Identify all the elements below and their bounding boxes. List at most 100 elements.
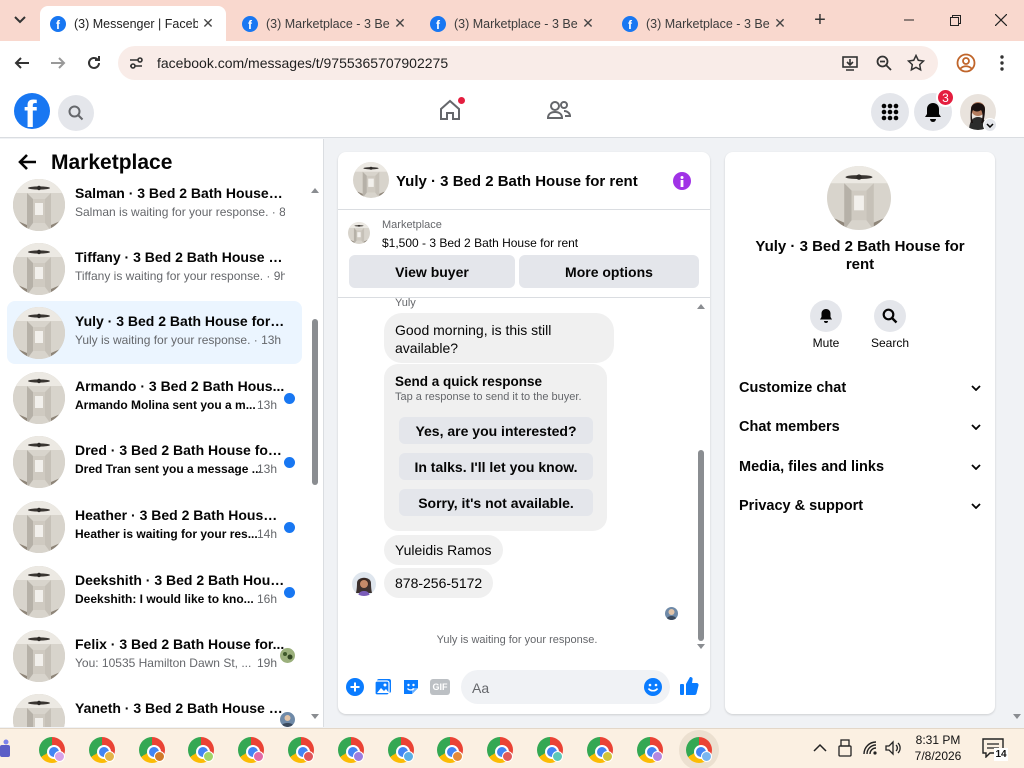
like-send-button[interactable]	[679, 676, 699, 696]
tab-search-button[interactable]	[8, 8, 32, 32]
profile-badge-icon	[203, 751, 215, 762]
chrome-taskbar-icon[interactable]	[138, 737, 165, 763]
more-vertical-icon	[1000, 55, 1004, 71]
chrome-taskbar-icon[interactable]	[387, 737, 414, 763]
tab-close-icon[interactable]: ✕	[772, 15, 788, 32]
new-tab-button[interactable]: +	[808, 8, 832, 32]
view-buyer-button[interactable]: View buyer	[349, 255, 515, 288]
chrome-taskbar-icon[interactable]	[88, 737, 115, 763]
back-button[interactable]	[8, 49, 36, 77]
chat-title[interactable]: Yuly · 3 Bed 2 Bath House for rent	[396, 173, 638, 190]
section-privacy-support[interactable]: Privacy & support	[739, 494, 981, 518]
conversation-scrollbar[interactable]	[310, 183, 320, 723]
sticker-button[interactable]	[402, 678, 420, 696]
quick-response-yes[interactable]: Yes, are you interested?	[399, 417, 593, 444]
chrome-taskbar-icon[interactable]	[337, 737, 364, 763]
minimize-button[interactable]	[886, 0, 932, 40]
section-customize-chat[interactable]: Customize chat	[739, 376, 981, 400]
sender-avatar[interactable]	[352, 572, 376, 596]
conversation-item[interactable]: Deekshith · 3 Bed 2 Bath Hous... Deekshit…	[7, 560, 302, 623]
home-nav-button[interactable]	[438, 97, 465, 122]
conversation-info-panel: Yuly · 3 Bed 2 Bath House for rent Mute …	[725, 152, 995, 714]
tab-marketplace-3[interactable]: f (3) Marketplace - 3 Bed 2 Bath ✕	[612, 6, 798, 41]
listing-photo[interactable]	[827, 166, 891, 230]
address-bar[interactable]: facebook.com/messages/t/9755365707902275	[118, 46, 938, 80]
notifications-button[interactable]: 3	[914, 88, 955, 131]
quick-response-in-talks[interactable]: In talks. I'll let you know.	[399, 453, 593, 480]
quick-response-not-available[interactable]: Sorry, it's not available.	[399, 489, 593, 516]
browser-menu-button[interactable]	[988, 49, 1016, 77]
conversation-item[interactable]: Heather · 3 Bed 2 Bath House ... Heather …	[7, 495, 302, 558]
listing-source: Marketplace	[382, 219, 442, 231]
tab-marketplace-1[interactable]: f (3) Marketplace - 3 Bed 2 Bath ✕	[232, 6, 418, 41]
profile-button[interactable]	[952, 49, 980, 77]
wifi-icon[interactable]	[862, 740, 878, 756]
tab-marketplace-2[interactable]: f (3) Marketplace - 3 Bed 2 Bath ✕	[420, 6, 606, 41]
tab-title: (3) Marketplace - 3 Bed 2 Bath	[266, 16, 390, 31]
forward-button[interactable]	[44, 49, 72, 77]
teams-icon[interactable]	[0, 739, 12, 761]
mute-button[interactable]	[810, 300, 842, 332]
attach-photo-button[interactable]	[374, 678, 392, 696]
conversation-info-button[interactable]	[673, 172, 691, 190]
chrome-taskbar-icon[interactable]	[39, 737, 65, 763]
search-in-conversation-button[interactable]	[874, 300, 906, 332]
system-clock[interactable]: 8:31 PM 7/8/2026	[908, 732, 968, 766]
tab-messenger[interactable]: f (3) Messenger | Facebook ✕	[40, 6, 226, 41]
back-to-marketplace-button[interactable]	[17, 153, 37, 171]
emoji-icon[interactable]	[644, 678, 662, 696]
account-button[interactable]	[959, 93, 997, 132]
friends-nav-button[interactable]	[546, 98, 572, 122]
conversation-name: Heather · 3 Bed 2 Bath House ...	[75, 507, 285, 523]
bookmark-star-icon[interactable]	[907, 54, 925, 72]
gif-button[interactable]: GIF	[430, 679, 450, 695]
facebook-logo-icon[interactable]: f	[14, 93, 50, 129]
close-window-button[interactable]	[978, 0, 1024, 40]
action-center-button[interactable]: 14	[982, 738, 1008, 761]
menu-button[interactable]	[871, 93, 909, 131]
more-actions-button[interactable]	[346, 678, 364, 696]
chrome-taskbar-icon[interactable]	[586, 737, 613, 763]
tab-close-icon[interactable]: ✕	[392, 15, 408, 32]
page-scroll-down-icon[interactable]	[1012, 713, 1022, 721]
chrome-taskbar-icon[interactable]	[437, 737, 464, 763]
install-app-icon[interactable]	[841, 54, 859, 72]
chevron-down-icon	[971, 464, 981, 470]
conversation-item[interactable]: Tiffany · 3 Bed 2 Bath House for... Tiffa…	[7, 237, 302, 300]
section-media-files-links[interactable]: Media, files and links	[739, 455, 981, 479]
chrome-taskbar-icon[interactable]	[537, 737, 563, 763]
tab-close-icon[interactable]: ✕	[200, 15, 216, 32]
waiting-status: Yuly is waiting for your response.	[436, 634, 598, 646]
message-bubble[interactable]: Yuleidis Ramos	[384, 535, 503, 565]
chat-listing-thumbnail[interactable]	[353, 162, 389, 198]
zoom-icon[interactable]	[875, 54, 893, 72]
chrome-taskbar-icon[interactable]	[636, 737, 663, 763]
section-chat-members[interactable]: Chat members	[739, 415, 981, 439]
usb-device-icon[interactable]	[838, 739, 852, 757]
message-bubble[interactable]: Good morning, is this still available?	[384, 313, 614, 363]
chrome-taskbar-icon[interactable]	[686, 737, 713, 763]
message-bubble[interactable]: 878-256-5172	[384, 568, 494, 598]
conversation-item[interactable]: Yuly · 3 Bed 2 Bath House for rent Yuly i…	[7, 301, 302, 364]
reload-button[interactable]	[80, 49, 108, 77]
message-input[interactable]: Aa	[461, 670, 670, 704]
restore-button[interactable]	[932, 0, 978, 40]
conversation-item[interactable]: Felix · 3 Bed 2 Bath House for... You: 10…	[7, 624, 302, 687]
conversation-item[interactable]: Armando · 3 Bed 2 Bath Hous... Armando Mo…	[7, 366, 302, 429]
site-info-icon[interactable]	[128, 55, 144, 71]
conversation-item[interactable]: Dred · 3 Bed 2 Bath House for ... Dred Tr…	[7, 430, 302, 493]
chrome-taskbar-icon[interactable]	[238, 737, 265, 763]
show-hidden-icons-icon[interactable]	[813, 743, 827, 752]
chrome-taskbar-icon[interactable]	[288, 737, 314, 763]
more-options-button[interactable]: More options	[519, 255, 699, 288]
chrome-taskbar-icon[interactable]	[188, 737, 215, 763]
tab-close-icon[interactable]: ✕	[580, 15, 596, 32]
volume-icon[interactable]	[885, 740, 901, 756]
conversation-item[interactable]: Yaneth · 3 Bed 2 Bath House f...	[7, 688, 302, 727]
chrome-taskbar-icon[interactable]	[487, 737, 514, 763]
search-button[interactable]	[58, 95, 94, 131]
chat-scrollbar[interactable]	[696, 302, 706, 652]
search-icon	[68, 105, 84, 121]
conversation-item[interactable]: Salman · 3 Bed 2 Bath House for... Salman…	[7, 173, 302, 236]
facebook-header: f 3	[0, 85, 1024, 138]
